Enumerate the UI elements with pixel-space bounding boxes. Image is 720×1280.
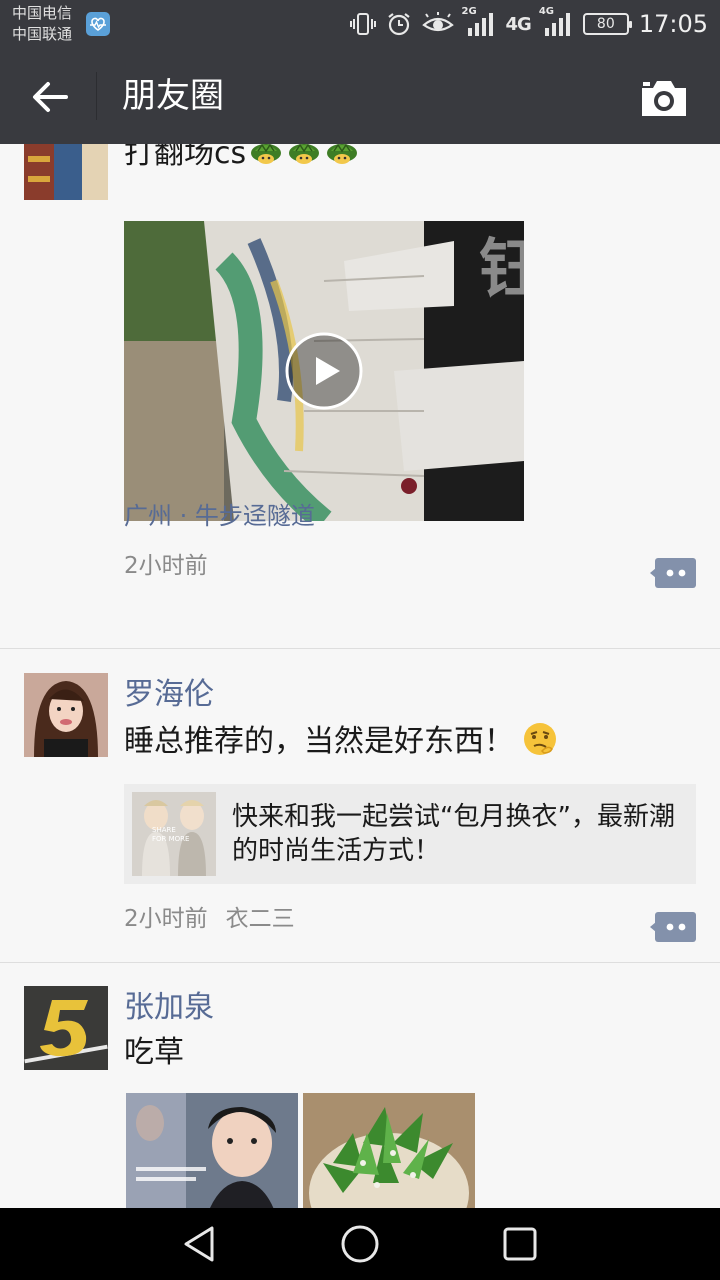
- avatar[interactable]: [24, 986, 108, 1070]
- svg-text:钰: 钰: [479, 233, 524, 307]
- post-text: 吃草: [124, 1035, 184, 1070]
- video-thumbnail[interactable]: 钰: [124, 221, 524, 521]
- avatar[interactable]: [24, 673, 108, 757]
- post-text-content: 睡总推荐的，当然是好东西！: [124, 724, 514, 759]
- post-source-app[interactable]: 衣二三: [226, 906, 295, 932]
- post-text: 打翻场cs: [124, 144, 360, 174]
- clock: 17:05: [638, 10, 708, 38]
- signal-4g-icon: 4G: [539, 6, 573, 38]
- recent-apps-square-icon[interactable]: [498, 1222, 542, 1266]
- post-photo[interactable]: [126, 1093, 298, 1208]
- vibrate-icon: [349, 11, 376, 37]
- carrier-1: 中国电信: [12, 4, 73, 22]
- skeptical-face-emoji-icon: [522, 721, 558, 757]
- nickname[interactable]: 张加泉: [124, 988, 214, 1028]
- carrier-2: 中国联通: [12, 25, 73, 43]
- back-arrow-icon[interactable]: [26, 74, 72, 120]
- battery-indicator: 80: [582, 13, 632, 35]
- post-meta: 2小时前 衣二三: [124, 903, 295, 935]
- home-circle-icon[interactable]: [338, 1222, 382, 1266]
- share-link-card[interactable]: SHARE FOR MORE 快来和我一起尝试“包月换衣”，最新潮的时尚生活方式！: [124, 784, 696, 884]
- post-text-content: 打翻场cs: [124, 144, 247, 171]
- location-link[interactable]: 广州 · 牛步迳隧道: [124, 500, 315, 532]
- post-photo[interactable]: [303, 1093, 475, 1208]
- play-icon[interactable]: [284, 331, 364, 411]
- app-bar-divider: [96, 72, 97, 120]
- turtle-emoji-icon: [286, 144, 322, 169]
- moment-post: 许振 打翻场cs 钰: [0, 144, 720, 649]
- post-time: 2小时前: [124, 906, 208, 932]
- turtle-emoji-icon: [324, 144, 360, 169]
- page-title: 朋友圈: [122, 76, 224, 116]
- carrier-info: 中国电信 中国联通: [12, 3, 72, 45]
- moment-post: 罗海伦 睡总推荐的，当然是好东西！ SHARE FOR MORE 快来和我一起尝试…: [0, 649, 720, 963]
- system-nav-bar: [0, 1208, 720, 1280]
- post-time: 2小时前: [124, 553, 208, 579]
- app-bar: 朋友圈: [0, 48, 720, 144]
- avatar[interactable]: [24, 144, 108, 200]
- comment-more-icon[interactable]: [650, 912, 696, 942]
- turtle-emoji-icon: [248, 144, 284, 169]
- share-thumb-text-2: FOR MORE: [152, 835, 189, 843]
- share-title: 快来和我一起尝试“包月换衣”，最新潮的时尚生活方式！: [232, 802, 675, 866]
- moments-feed[interactable]: 许振 打翻场cs 钰: [0, 144, 720, 1208]
- eye-comfort-icon: [421, 11, 454, 37]
- post-text: 睡总推荐的，当然是好东西！: [124, 721, 558, 762]
- network-4g-small-label: 4G: [538, 6, 554, 17]
- signal-2g-icon: 2G: [462, 6, 496, 38]
- share-thumbnail: SHARE FOR MORE: [132, 792, 216, 876]
- comment-more-icon[interactable]: [650, 558, 696, 588]
- network-4g-label: 4G: [505, 13, 532, 35]
- status-icons: 2G 4G 4G 80 17:05: [349, 6, 708, 40]
- back-triangle-icon[interactable]: [178, 1222, 222, 1266]
- alarm-icon: [386, 11, 412, 37]
- network-2g-label: 2G: [461, 6, 477, 17]
- camera-icon[interactable]: [638, 76, 690, 120]
- nickname[interactable]: 罗海伦: [124, 675, 214, 715]
- health-app-icon: [86, 12, 110, 36]
- share-thumb-text-1: SHARE: [152, 826, 176, 834]
- status-bar: 中国电信 中国联通 2G 4G 4G 80 17:05: [0, 0, 720, 48]
